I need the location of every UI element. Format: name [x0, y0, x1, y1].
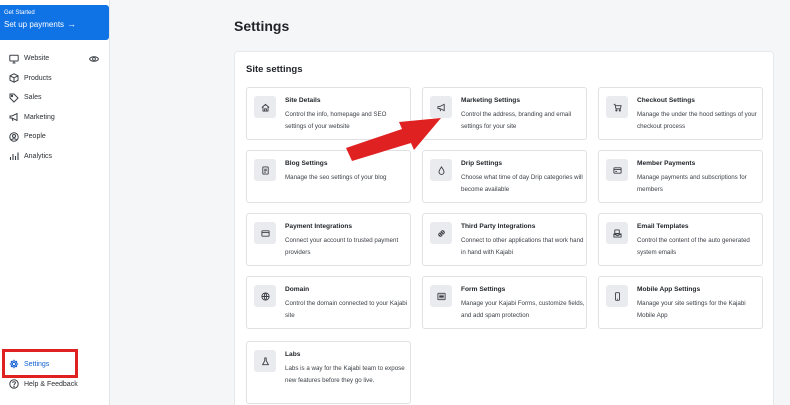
site-settings-panel: Site settings Site Details Control the i…: [234, 51, 774, 405]
mobile-icon: [606, 285, 628, 307]
card-member-payments[interactable]: Member Payments Manage payments and subs…: [598, 150, 763, 203]
card-title: Marketing Settings: [461, 97, 520, 104]
sidebar-item-label: Analytics: [24, 152, 53, 160]
flask-icon: [254, 350, 276, 372]
card-description: Control the address, branding and email …: [461, 111, 572, 130]
card-title: Member Payments: [637, 160, 696, 167]
card-title: Mobile App Settings: [637, 286, 701, 293]
sidebar-item-label: Website: [24, 55, 50, 63]
card-title: Drip Settings: [461, 160, 503, 167]
card-title: Third Party Integrations: [461, 223, 536, 230]
set-up-payments-link[interactable]: Set up payments →: [4, 18, 105, 31]
sidebar-item-website[interactable]: Website: [0, 49, 109, 69]
document-icon: [254, 159, 276, 181]
set-up-payments-label: Set up payments: [4, 20, 65, 29]
sidebar-item-label: Products: [24, 74, 52, 82]
card-title: Site Details: [285, 97, 321, 104]
cart-icon: [606, 96, 628, 118]
sidebar-item-people[interactable]: People: [0, 127, 109, 147]
card-title: Blog Settings: [285, 160, 328, 167]
sidebar-item-analytics[interactable]: Analytics: [0, 147, 109, 167]
card-email-templates[interactable]: Email Templates Control the content of t…: [598, 213, 763, 266]
get-started-banner[interactable]: Get Started Set up payments →: [0, 5, 109, 40]
sidebar-item-marketing[interactable]: Marketing: [0, 108, 109, 128]
card-description: Manage the seo settings of your blog: [285, 174, 387, 181]
card-title: Form Settings: [461, 286, 506, 293]
page-title: Settings: [234, 18, 290, 34]
credit-card-icon: [254, 222, 276, 244]
sidebar-item-sales[interactable]: Sales: [0, 88, 109, 108]
card-description: Control the domain connected to your Kaj…: [285, 300, 408, 319]
sidebar-item-label: People: [24, 133, 46, 141]
email-template-icon: [606, 222, 628, 244]
monitor-icon: [9, 54, 19, 64]
card-title: Payment Integrations: [285, 223, 353, 230]
card-third-party-integrations[interactable]: Third Party Integrations Connect to othe…: [422, 213, 587, 266]
get-started-label: Get Started: [4, 10, 35, 16]
annotation-arrow: [346, 118, 441, 161]
bar-chart-icon: [9, 151, 19, 161]
sidebar-item-label: Sales: [24, 94, 42, 102]
receipt-icon: [606, 159, 628, 181]
panel-title: Site settings: [246, 64, 303, 75]
box-icon: [9, 73, 19, 84]
sidebar-item-label: Help & Feedback: [24, 380, 78, 388]
sidebar: Get Started Set up payments → Website Pro…: [0, 0, 110, 405]
card-description: Choose what time of day Drip categories …: [461, 174, 583, 193]
card-description: Manage the under the hood settings of yo…: [637, 111, 757, 130]
card-title: Checkout Settings: [637, 97, 695, 104]
card-labs[interactable]: Labs Labs is a way for the Kajabi team t…: [246, 341, 411, 404]
sidebar-item-label: Marketing: [24, 113, 55, 121]
card-title: Domain: [285, 286, 310, 293]
megaphone-icon: [9, 112, 19, 122]
sidebar-nav: Website Products Sales Marketing People …: [0, 49, 109, 166]
help-icon: [9, 379, 19, 389]
card-description: Labs is a way for the Kajabi team to exp…: [285, 365, 405, 384]
card-checkout-settings[interactable]: Checkout Settings Manage the under the h…: [598, 87, 763, 140]
home-icon: [254, 96, 276, 118]
card-mobile-app-settings[interactable]: Mobile App Settings Manage your site set…: [598, 276, 763, 329]
plug-icon: [430, 222, 452, 244]
card-description: Manage your site settings for the Kajabi…: [637, 300, 746, 319]
card-title: Email Templates: [637, 223, 689, 230]
card-payment-integrations[interactable]: Payment Integrations Connect your accoun…: [246, 213, 411, 266]
globe-icon: [254, 285, 276, 307]
card-title: Labs: [285, 351, 301, 358]
arrow-right-icon: →: [67, 19, 77, 29]
person-icon: [9, 132, 19, 142]
sidebar-item-products[interactable]: Products: [0, 69, 109, 89]
form-icon: [430, 285, 452, 307]
card-form-settings[interactable]: Form Settings Manage your Kajabi Forms, …: [422, 276, 587, 329]
card-description: Connect to other applications that work …: [461, 237, 584, 256]
card-description: Manage payments and subscriptions for me…: [637, 174, 747, 193]
card-description: Manage your Kajabi Forms, customize fiel…: [461, 300, 585, 319]
card-description: Control the content of the auto generate…: [637, 237, 750, 256]
tag-icon: [9, 93, 19, 103]
card-description: Connect your account to trusted payment …: [285, 237, 399, 256]
card-domain[interactable]: Domain Control the domain connected to y…: [246, 276, 411, 329]
eye-icon[interactable]: [88, 54, 100, 64]
settings-highlight-annotation: [2, 349, 78, 378]
